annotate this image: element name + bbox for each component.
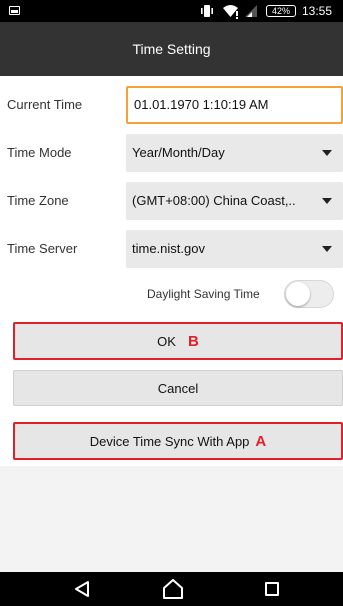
time-mode-select[interactable]: Year/Month/Day	[126, 134, 343, 172]
app-bar: Time Setting	[0, 22, 343, 76]
empty-panel	[0, 466, 343, 572]
time-mode-label: Time Mode	[7, 145, 72, 160]
time-mode-row: Time Mode Year/Month/Day	[0, 134, 343, 172]
time-zone-value: (GMT+08:00) China Coast,..	[132, 193, 296, 208]
device-time-sync-button[interactable]: Device Time Sync With App A	[13, 422, 343, 460]
vibrate-icon	[201, 5, 213, 17]
battery-icon: 42%	[266, 5, 296, 17]
time-mode-value: Year/Month/Day	[132, 145, 225, 160]
wifi-icon	[223, 5, 238, 19]
page-title: Time Setting	[132, 41, 211, 57]
time-server-value: time.nist.gov	[132, 241, 205, 256]
daylight-saving-row: Daylight Saving Time	[126, 279, 343, 309]
current-time-input[interactable]: 01.01.1970 1:10:19 AM	[126, 86, 343, 124]
signal-icon	[245, 5, 257, 17]
status-time: 13:55	[302, 4, 333, 18]
notification-icon	[9, 6, 20, 15]
current-time-row: Current Time 01.01.1970 1:10:19 AM	[0, 86, 343, 124]
time-zone-label: Time Zone	[7, 193, 69, 208]
recent-apps-icon[interactable]	[265, 582, 279, 596]
home-icon[interactable]	[162, 579, 184, 599]
time-zone-select[interactable]: (GMT+08:00) China Coast,..	[126, 182, 343, 220]
ok-button-label: OK	[157, 333, 176, 349]
battery-percentage: 42%	[271, 6, 290, 16]
annotation-marker-b: B	[187, 332, 199, 350]
time-setting-screen: 42% 13:55 Time Setting Current Time 01.0…	[0, 0, 343, 606]
time-zone-row: Time Zone (GMT+08:00) China Coast,..	[0, 182, 343, 220]
dropdown-arrow-icon	[322, 150, 332, 156]
time-server-row: Time Server time.nist.gov	[0, 230, 343, 268]
back-icon[interactable]	[73, 580, 91, 598]
time-server-select[interactable]: time.nist.gov	[126, 230, 343, 268]
cancel-button[interactable]: Cancel	[13, 370, 343, 406]
annotation-marker-a: A	[255, 432, 267, 450]
toggle-knob	[286, 282, 310, 306]
daylight-saving-toggle[interactable]	[284, 280, 334, 308]
daylight-saving-label: Daylight Saving Time	[147, 287, 260, 301]
current-time-label: Current Time	[7, 97, 83, 112]
navigation-bar	[0, 572, 343, 606]
ok-button[interactable]: OK B	[13, 322, 343, 360]
time-server-label: Time Server	[7, 241, 78, 256]
status-bar: 42% 13:55	[0, 0, 343, 22]
sync-button-label: Device Time Sync With App	[89, 433, 250, 449]
dropdown-arrow-icon	[322, 198, 332, 204]
dropdown-arrow-icon	[322, 246, 332, 252]
cancel-button-label: Cancel	[157, 380, 199, 396]
